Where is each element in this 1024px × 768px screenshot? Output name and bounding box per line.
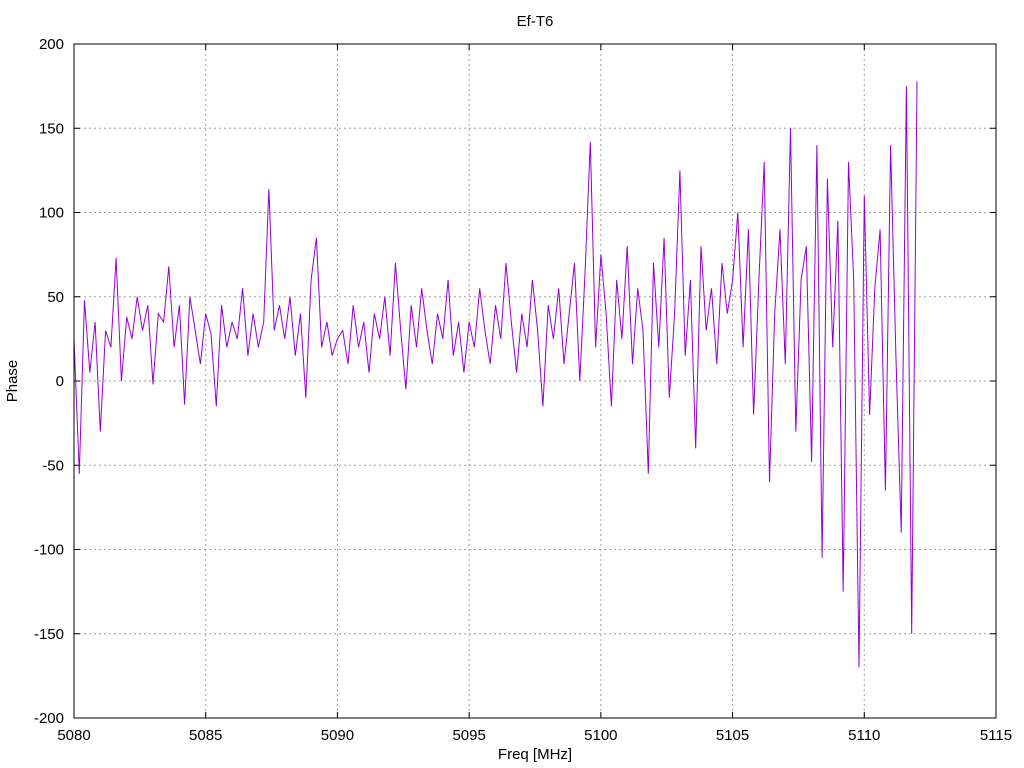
phase-series-line bbox=[73, 81, 918, 668]
y-tick-label: 0 bbox=[56, 373, 64, 390]
chart-title: Ef-T6 bbox=[517, 13, 554, 30]
y-tick-label: 50 bbox=[47, 289, 64, 306]
x-tick-label: 5085 bbox=[189, 727, 222, 744]
y-axis-label: Phase bbox=[4, 360, 21, 403]
x-axis-label: Freq [MHz] bbox=[498, 746, 572, 763]
y-tick-label: -50 bbox=[42, 457, 64, 474]
y-tick-label: 200 bbox=[39, 36, 64, 53]
phase-chart: 5080 5085 5090 5095 5100 5105 5110 5115 -200 -150… bbox=[4, 13, 1012, 763]
x-tick-label: 5095 bbox=[452, 727, 485, 744]
grid-lines bbox=[74, 44, 996, 718]
x-tick-label: 5105 bbox=[716, 727, 749, 744]
x-tick-label: 5115 bbox=[980, 727, 1012, 744]
y-tick-label: -150 bbox=[34, 626, 64, 643]
y-tick-label: -100 bbox=[34, 542, 64, 559]
x-tick-label: 5080 bbox=[57, 727, 90, 744]
y-tick-label: -200 bbox=[34, 710, 64, 727]
y-tick-label: 150 bbox=[39, 120, 64, 137]
x-tick-label: 5110 bbox=[848, 727, 880, 744]
axis-ticks: 5080 5085 5090 5095 5100 5105 5110 5115 -200 -150… bbox=[34, 36, 1012, 744]
y-tick-label: 100 bbox=[39, 205, 64, 222]
x-tick-label: 5100 bbox=[584, 727, 617, 744]
x-tick-label: 5090 bbox=[321, 727, 354, 744]
